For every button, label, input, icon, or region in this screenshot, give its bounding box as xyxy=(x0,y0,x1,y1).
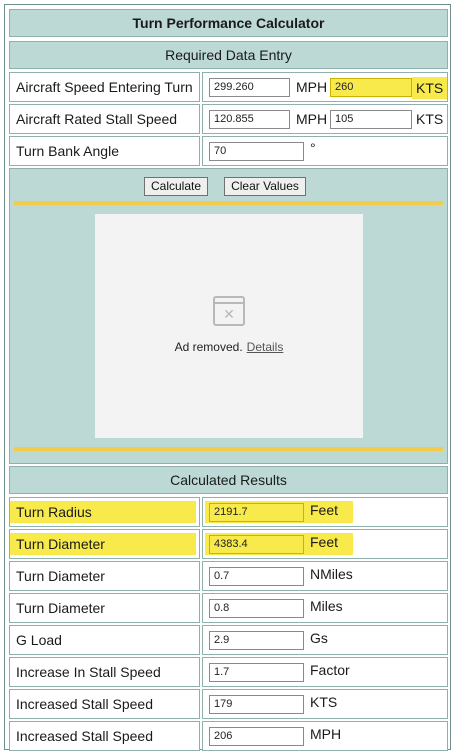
ad-removed-icon: ✕ xyxy=(213,296,245,326)
calculator-title: Turn Performance Calculator xyxy=(9,9,448,37)
result-label-text: Increased Stall Speed xyxy=(16,696,153,712)
result-value-field[interactable]: 179 xyxy=(209,695,304,714)
ad-removed-text: Ad removed. Details xyxy=(95,340,363,354)
result-row: Turn Diameter 0.8 Miles xyxy=(9,593,448,623)
result-unit: Feet xyxy=(310,502,339,518)
result-label: Turn Diameter xyxy=(9,593,200,623)
result-label: Turn Diameter xyxy=(9,529,200,559)
result-value-field[interactable]: 2191.7 xyxy=(209,503,304,522)
result-unit: MPH xyxy=(310,726,342,742)
result-label-text: Turn Diameter xyxy=(16,536,105,552)
bottom-divider xyxy=(14,447,443,451)
result-label: Turn Radius xyxy=(9,497,200,527)
result-cell: 2191.7 Feet xyxy=(202,497,448,527)
result-row: Turn Diameter 0.7 NMiles xyxy=(9,561,448,591)
speed-mph-input[interactable]: 299.260 xyxy=(209,78,290,97)
calculate-panel: Calculate Clear Values ✕ Ad removed. Deta… xyxy=(9,168,448,464)
result-unit: Gs xyxy=(310,630,328,646)
result-label-text: Turn Diameter xyxy=(16,600,105,616)
speed-mph-unit: MPH xyxy=(296,79,328,95)
bank-row: Turn Bank Angle 70 ° xyxy=(9,136,448,166)
bank-angle-input[interactable]: 70 xyxy=(209,142,304,161)
clear-values-button[interactable]: Clear Values xyxy=(224,177,306,196)
result-label: Increased Stall Speed xyxy=(9,689,200,719)
calculator-table: Turn Performance Calculator Required Dat… xyxy=(4,4,451,751)
entry-section-header: Required Data Entry xyxy=(9,41,448,69)
result-cell: 0.8 Miles xyxy=(202,593,448,623)
stall-kts-unit: KTS xyxy=(416,111,444,127)
stall-mph-unit: MPH xyxy=(296,111,328,127)
speed-cell: 299.260 MPH 260 KTS xyxy=(202,72,448,102)
stall-label: Aircraft Rated Stall Speed xyxy=(9,104,200,134)
stall-cell: 120.855 MPH 105 KTS xyxy=(202,104,448,134)
result-cell: 2.9 Gs xyxy=(202,625,448,655)
result-label: G Load xyxy=(9,625,200,655)
result-label-text: Turn Radius xyxy=(16,504,92,520)
speed-kts-input[interactable]: 260 xyxy=(330,78,412,97)
result-value-field[interactable]: 0.7 xyxy=(209,567,304,586)
result-label-text: Turn Diameter xyxy=(16,568,105,584)
bank-cell: 70 ° xyxy=(202,136,448,166)
result-unit: Miles xyxy=(310,598,343,614)
result-row: Turn Diameter 4383.4 Feet xyxy=(9,529,448,559)
result-cell: 179 KTS xyxy=(202,689,448,719)
result-value-field[interactable]: 0.8 xyxy=(209,599,304,618)
result-label-text: Increased Stall Speed xyxy=(16,728,153,744)
calculate-button[interactable]: Calculate xyxy=(144,177,208,196)
result-label-text: Increase In Stall Speed xyxy=(16,664,161,680)
ad-placeholder: ✕ Ad removed. Details xyxy=(95,214,363,438)
result-row: Increased Stall Speed 179 KTS xyxy=(9,689,448,719)
degree-unit: ° xyxy=(310,140,316,156)
result-value-field[interactable]: 4383.4 xyxy=(209,535,304,554)
result-unit: KTS xyxy=(310,694,338,710)
result-row: Turn Radius 2191.7 Feet xyxy=(9,497,448,527)
result-unit: NMiles xyxy=(310,566,353,582)
result-value-field[interactable]: 206 xyxy=(209,727,304,746)
result-row: Increase In Stall Speed 1.7 Factor xyxy=(9,657,448,687)
result-label: Increased Stall Speed xyxy=(9,721,200,751)
result-unit: Factor xyxy=(310,662,350,678)
stall-kts-input[interactable]: 105 xyxy=(330,110,412,129)
result-cell: 206 MPH xyxy=(202,721,448,751)
result-cell: 1.7 Factor xyxy=(202,657,448,687)
result-value-field[interactable]: 2.9 xyxy=(209,631,304,650)
speed-label: Aircraft Speed Entering Turn xyxy=(9,72,200,102)
stall-row: Aircraft Rated Stall Speed 120.855 MPH 1… xyxy=(9,104,448,134)
result-label: Increase In Stall Speed xyxy=(9,657,200,687)
result-cell: 4383.4 Feet xyxy=(202,529,448,559)
result-row: G Load 2.9 Gs xyxy=(9,625,448,655)
results-section-header: Calculated Results xyxy=(9,466,448,494)
result-row: Increased Stall Speed 206 MPH xyxy=(9,721,448,751)
result-cell: 0.7 NMiles xyxy=(202,561,448,591)
bank-label: Turn Bank Angle xyxy=(9,136,200,166)
ad-removed-label: Ad removed. xyxy=(174,340,243,354)
top-divider xyxy=(14,201,443,205)
ad-details-link[interactable]: Details xyxy=(247,340,284,354)
speed-kts-unit: KTS xyxy=(412,77,448,99)
result-unit: Feet xyxy=(310,534,339,550)
result-value-field[interactable]: 1.7 xyxy=(209,663,304,682)
stall-mph-input[interactable]: 120.855 xyxy=(209,110,290,129)
result-label: Turn Diameter xyxy=(9,561,200,591)
speed-row: Aircraft Speed Entering Turn 299.260 MPH… xyxy=(9,72,448,102)
result-label-text: G Load xyxy=(16,632,62,648)
